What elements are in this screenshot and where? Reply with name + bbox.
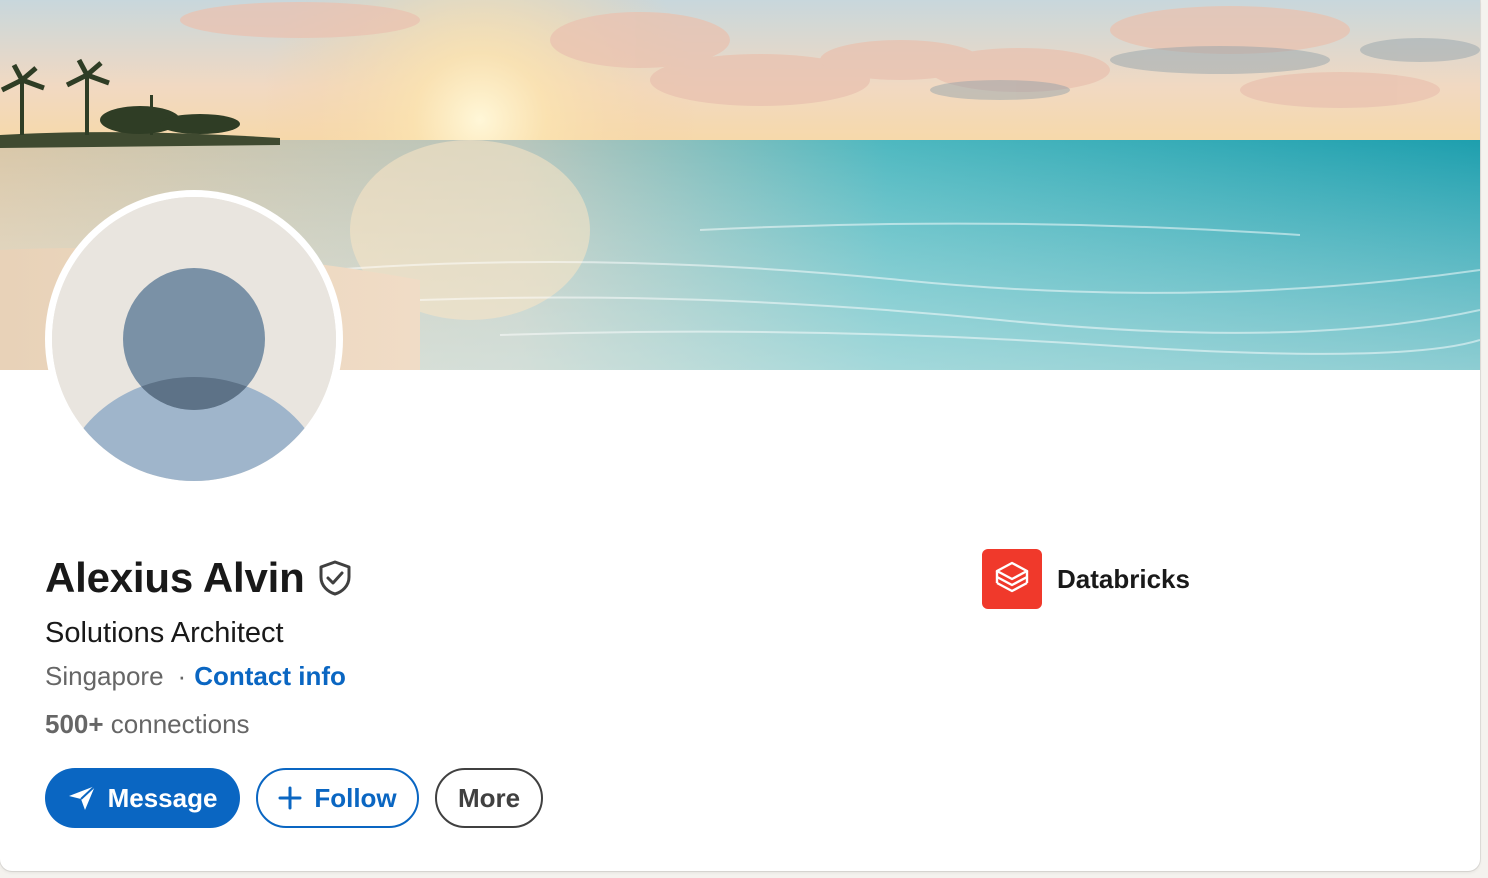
profile-headline: Solutions Architect <box>45 617 284 649</box>
profile-actions: Message Follow More <box>45 768 543 828</box>
more-button-label: More <box>457 782 521 813</box>
profile-name: Alexius Alvin <box>45 554 305 601</box>
connections-label: connections <box>103 709 250 739</box>
databricks-layers-icon <box>995 561 1029 593</box>
follow-button[interactable]: Follow <box>256 768 419 828</box>
follow-button-label: Follow <box>314 782 397 813</box>
company-name: Databricks <box>1057 563 1190 594</box>
databricks-logo <box>982 549 1042 609</box>
profile-card: Alexius Alvin Solutions Architect Singap… <box>0 0 1480 871</box>
separator-dot: · <box>177 661 187 691</box>
profile-identity: Alexius Alvin Solutions Architect Singap… <box>45 548 353 744</box>
more-button[interactable]: More <box>435 768 543 828</box>
connections-row[interactable]: 500+ connections <box>45 704 353 744</box>
contact-info-link[interactable]: Contact info <box>194 656 346 696</box>
avatar-placeholder <box>52 197 336 481</box>
profile-avatar[interactable] <box>45 190 343 488</box>
message-button-label: Message <box>107 782 218 813</box>
paper-plane-icon <box>68 785 96 811</box>
message-button[interactable]: Message <box>45 768 240 828</box>
plus-icon <box>278 786 302 810</box>
connections-count: 500+ <box>45 709 104 739</box>
location-row: Singapore · Contact info <box>45 656 353 696</box>
profile-location: Singapore <box>45 661 164 691</box>
name-row: Alexius Alvin <box>45 548 353 608</box>
verified-shield-icon[interactable] <box>317 560 353 596</box>
person-silhouette-icon <box>52 197 336 481</box>
current-company[interactable]: Databricks <box>982 549 1190 609</box>
